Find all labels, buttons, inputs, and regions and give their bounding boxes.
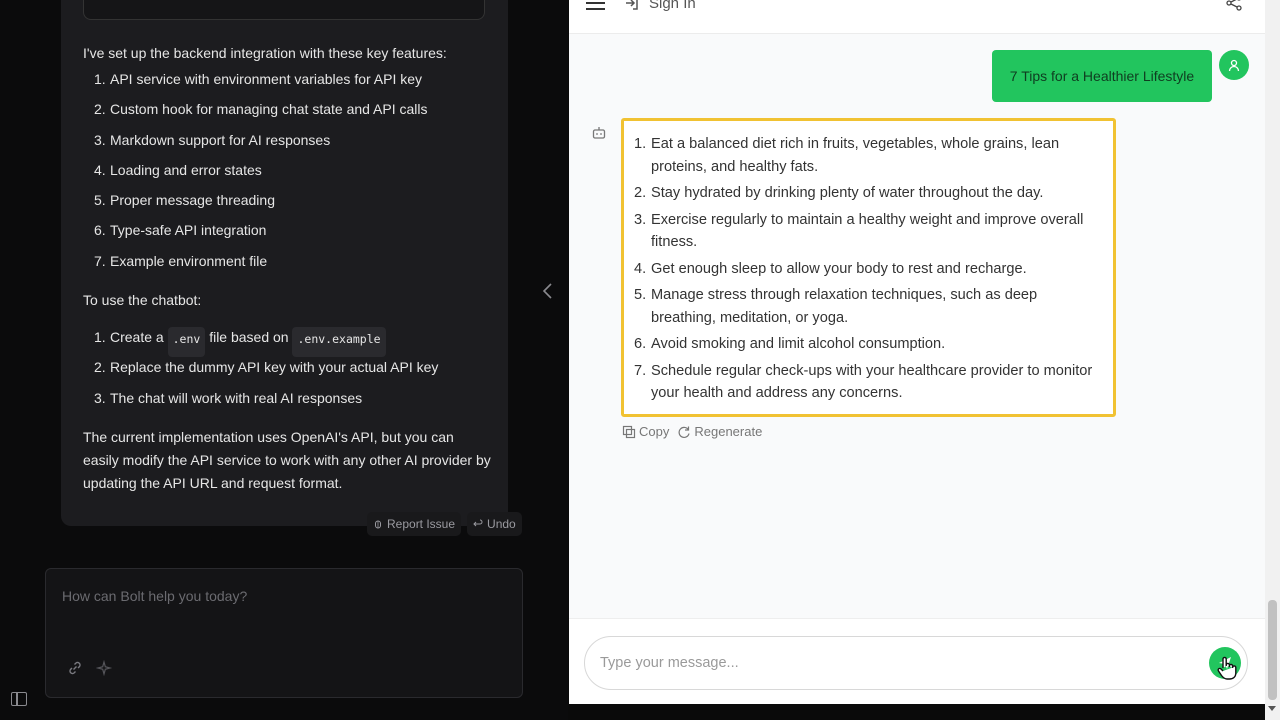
- usage-steps: 1. Create a .env file based on .env.exam…: [83, 327, 438, 418]
- list-item: 2. Replace the dummy API key with your ac…: [94, 359, 439, 376]
- copy-icon: [622, 425, 636, 438]
- undo-icon: [473, 519, 483, 527]
- list-item: 3. Exercise regularly to maintain a healt…: [634, 211, 1084, 251]
- code-block-stub: [83, 0, 485, 20]
- share-icon[interactable]: [1225, 0, 1243, 12]
- usage-heading: To use the chatbot:: [83, 292, 202, 308]
- copy-button[interactable]: Copy: [622, 424, 669, 439]
- preview-pane: Sign In 7 Tips for a Healthier Lifestyle…: [569, 0, 1265, 704]
- message-input-bar: Type your message...: [569, 618, 1265, 704]
- list-item: 1. API service with environment variables…: [94, 71, 423, 87]
- list-item: 2. Stay hydrated by drinking plenty of wa…: [634, 185, 1044, 202]
- list-item: 5. Proper message threading: [94, 192, 275, 209]
- sign-in-icon: [626, 0, 638, 10]
- list-item: 4. Get enough sleep to allow your body to…: [634, 260, 1027, 277]
- response-actions: Copy Regenerate: [622, 424, 762, 439]
- user-icon: [1228, 59, 1240, 72]
- list-item: 5. Manage stress through relaxation techn…: [634, 287, 1038, 326]
- regenerate-button[interactable]: Regenerate: [677, 424, 762, 439]
- undo-button[interactable]: Undo: [467, 512, 522, 536]
- closing-text: The current implementation uses OpenAI's…: [83, 429, 491, 491]
- scrollbar-thumb[interactable]: [1268, 600, 1277, 700]
- chevron-left-icon[interactable]: [540, 282, 556, 300]
- tips-list: 1. Eat a balanced diet rich in fruits, ve…: [634, 133, 1104, 409]
- list-item: 3. The chat will work with real AI respon…: [94, 389, 363, 406]
- bolt-chat-pane: I've set up the backend integration with…: [0, 0, 568, 720]
- bug-icon: [375, 520, 381, 529]
- inline-code: .env: [167, 327, 206, 358]
- sidebar-toggle-icon[interactable]: [11, 692, 27, 706]
- list-item: 1. Create a .env file based on .env.exam…: [83, 327, 438, 358]
- list-item: 3. Markdown support for AI responses: [94, 131, 331, 148]
- app-header: Sign In: [569, 0, 1265, 34]
- scroll-down-icon[interactable]: [1268, 706, 1276, 711]
- message-input[interactable]: Type your message...: [584, 636, 1248, 690]
- link-icon[interactable]: [66, 659, 84, 677]
- avatar: [1219, 50, 1249, 80]
- sign-in-button[interactable]: Sign In: [623, 0, 696, 12]
- list-item: 1. Eat a balanced diet rich in fruits, ve…: [634, 136, 1060, 175]
- message-action-row: Report Issue Undo: [367, 512, 522, 536]
- list-item: 7. Schedule regular check-ups with your h…: [634, 362, 1093, 402]
- report-issue-button[interactable]: Report Issue: [367, 512, 462, 536]
- bolt-prompt-input[interactable]: How can Bolt help you today?: [45, 568, 523, 698]
- list-item: 6. Avoid smoking and limit alcohol consum…: [634, 336, 946, 353]
- prompt-placeholder: How can Bolt help you today?: [62, 588, 248, 604]
- user-message-bubble: 7 Tips for a Healthier Lifestyle: [992, 50, 1212, 102]
- bottom-strip: [569, 704, 1265, 720]
- assistant-response-bubble: 1. Eat a balanced diet rich in fruits, ve…: [621, 118, 1116, 417]
- inline-code: .env.example: [292, 327, 386, 358]
- list-item: 6. Type-safe API integration: [94, 222, 267, 239]
- bot-icon: [592, 127, 606, 139]
- list-item: 4. Loading and error states: [94, 161, 262, 178]
- feature-list: 1. API service with environment variables…: [83, 69, 428, 281]
- sparkle-icon[interactable]: [96, 659, 114, 677]
- message-placeholder: Type your message...: [600, 655, 739, 671]
- list-item: 2. Custom hook for managing chat state an…: [94, 101, 428, 118]
- intro-text: I've set up the backend integration with…: [83, 45, 447, 61]
- assistant-message-card: I've set up the backend integration with…: [61, 0, 508, 526]
- hand-cursor-icon: [1217, 656, 1237, 680]
- hamburger-icon[interactable]: [586, 0, 605, 10]
- list-item: 7. Example environment file: [94, 252, 268, 269]
- regenerate-icon: [678, 426, 690, 438]
